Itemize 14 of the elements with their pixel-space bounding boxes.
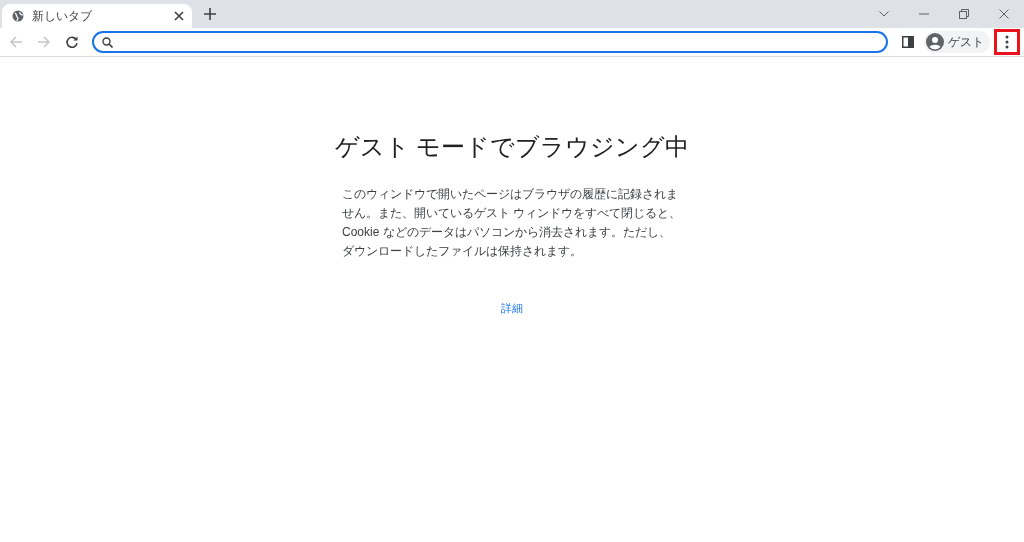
address-field[interactable]: [92, 31, 888, 53]
menu-button[interactable]: [994, 29, 1020, 55]
person-icon: [926, 33, 944, 51]
search-icon: [102, 36, 113, 48]
globe-icon: [12, 10, 24, 22]
more-icon: [1005, 35, 1009, 49]
page-heading: ゲスト モードでブラウジング中: [334, 132, 690, 162]
profile-button[interactable]: ゲスト: [924, 31, 990, 53]
info-paragraph: このウィンドウで開いたページはブラウザの履歴に記録されません。また、開いているゲスト ウィンドウをすべて閉じると、Cookie などのデータはパソコンから消去されます。ただし、ダウンロードしたファイルは保持されます。: [342, 186, 682, 260]
tab-title: 新しいタブ: [32, 7, 93, 25]
reload-icon[interactable]: [65, 35, 79, 49]
learn-more-link[interactable]: 詳細: [501, 301, 523, 316]
close-icon[interactable]: [174, 11, 184, 21]
browser-tab[interactable]: 新しいタブ: [2, 4, 192, 28]
